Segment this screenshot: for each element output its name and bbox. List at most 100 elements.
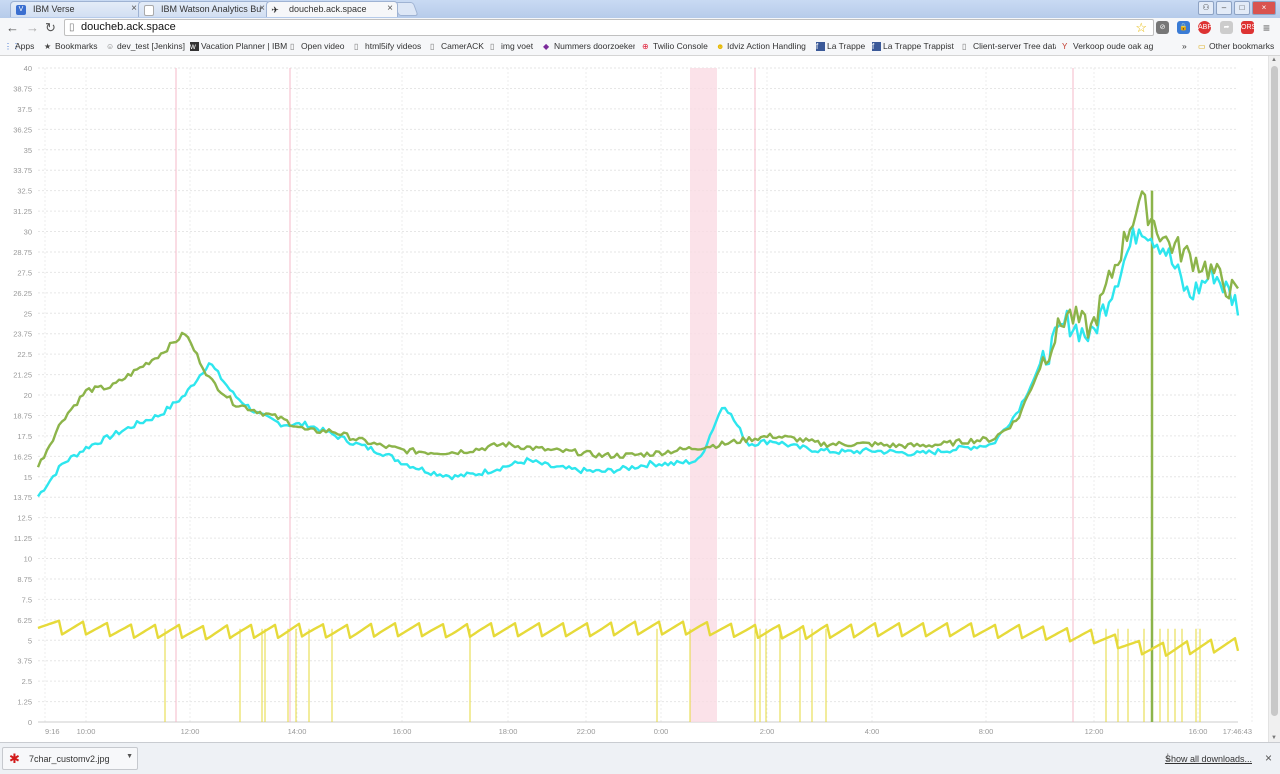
y-tick-label: 2.5: [22, 677, 32, 686]
series-lines: [36, 190, 1240, 657]
bookmark-bookmarks[interactable]: ★ Bookmarks: [44, 41, 98, 51]
y-tick-label: 31.25: [13, 207, 32, 216]
bookmark-label: Nummers doorzoeken: [554, 41, 635, 51]
x-tick-label: 9:16: [45, 727, 60, 736]
page-icon: ▯: [290, 42, 295, 51]
bookmark-label: img voet: [501, 41, 534, 51]
other-bookmarks[interactable]: ▭ Other bookmarks: [1198, 41, 1274, 51]
bookmark-label: html5ify videos: [365, 41, 422, 51]
page-icon: ▯: [354, 42, 359, 51]
smiley-icon: ☻: [716, 42, 725, 51]
url-text[interactable]: doucheb.ack.space: [81, 21, 176, 33]
tab-ibm-verse[interactable]: V IBM Verse ×: [10, 1, 142, 17]
y-tick-label: 36.25: [13, 125, 32, 134]
tab-title: doucheb.ack.space: [289, 4, 367, 14]
bookmark-verkoop[interactable]: Y Verkoop oude oak ag: [1062, 41, 1154, 51]
page-scrollbar[interactable]: ▲ ▼: [1268, 56, 1280, 742]
y-tick-label: 1.25: [17, 698, 32, 707]
bookmark-label: La Trappe Trappist: [883, 41, 954, 51]
address-bar[interactable]: ▯ doucheb.ack.space ☆: [64, 19, 1154, 36]
extension-lock-icon[interactable]: 🔒: [1177, 21, 1190, 34]
bookmark-label: dev_test [Jenkins]: [117, 41, 186, 51]
y-tick-label: 30: [24, 228, 32, 237]
page-icon: ▯: [490, 42, 495, 51]
download-item[interactable]: ✱ 7char_customv2.jpg ▼: [2, 747, 138, 770]
x-tick-label: 14:00: [288, 727, 307, 736]
back-icon[interactable]: ←: [6, 20, 19, 36]
bookmark-nummers[interactable]: ◆ Nummers doorzoeken: [543, 41, 635, 51]
extension-arrow-icon[interactable]: ➦: [1220, 21, 1233, 34]
bookmark-label: Apps: [15, 41, 35, 51]
y-tick-label: 17.5: [17, 432, 32, 441]
menu-icon[interactable]: ≡: [1263, 20, 1270, 36]
jenkins-icon: ☺: [106, 42, 115, 51]
bookmarks-bar: ⋮⋮Apps ★ Bookmarks ☺ dev_test [Jenkins] wV…: [0, 38, 1280, 56]
bookmark-html5ify[interactable]: ▯ html5ify videos: [354, 41, 421, 51]
y-tick-label: 20: [24, 391, 32, 400]
tab-doucheb[interactable]: ✈ doucheb.ack.space ×: [266, 1, 398, 17]
page-icon: ▯: [962, 42, 967, 51]
adblock-icon[interactable]: ABP: [1198, 21, 1212, 34]
bookmark-camerack[interactable]: ▯ CamerACK: [430, 41, 484, 51]
chart-grid: [38, 67, 1253, 723]
bookmarks-overflow-button[interactable]: »: [1182, 41, 1187, 51]
bookmark-open-video[interactable]: ▯ Open video: [290, 41, 344, 51]
x-axis-ticks: 9:16 10:00 12:00 14:00 16:00 18:00 22:00 0:00 2:…: [45, 727, 1252, 736]
series-line-2: [37, 619, 1240, 657]
tab-title: IBM Verse: [33, 4, 75, 14]
y-tick-label: 10: [24, 555, 32, 564]
x-tick-label: 4:00: [865, 727, 880, 736]
bookmark-label: Vacation Planner | IBM: [201, 41, 288, 51]
bookmark-label: Open video: [301, 41, 345, 51]
bookmark-label: Other bookmarks: [1209, 41, 1275, 51]
y-tick-label: 18.75: [13, 411, 32, 420]
close-icon[interactable]: ×: [259, 3, 265, 14]
browser-toolbar: ← → ↻ ▯ doucheb.ack.space ☆ ⊘ 🔒 ABP ➦ OR…: [0, 18, 1280, 38]
facebook-icon: f: [872, 42, 881, 51]
y-tick-label: 15: [24, 473, 32, 482]
maximize-icon[interactable]: □: [1234, 1, 1250, 15]
bookmark-img-voet[interactable]: ▯ img voet: [490, 41, 533, 51]
extension-block-icon[interactable]: ⊘: [1156, 21, 1169, 34]
bookmark-star-icon[interactable]: ☆: [1135, 20, 1147, 36]
sensor-chart[interactable]: 0 1.25 2.5 3.75 5 6.25 7.5 8.75 10 11.25 12.5 13.75…: [0, 56, 1280, 742]
bookmark-idviz[interactable]: ☻ Idviz Action Handling: [716, 41, 808, 51]
y-tick-label: 26.25: [13, 289, 32, 298]
reload-icon[interactable]: ↻: [45, 20, 56, 36]
bookmark-apps[interactable]: ⋮⋮Apps: [4, 41, 34, 51]
x-tick-label: 12:00: [1085, 727, 1104, 736]
y-tick-label: 12.5: [17, 514, 32, 523]
bookmark-la-trappe[interactable]: f La Trappe: [816, 41, 865, 51]
x-tick-label: 16:00: [1189, 727, 1208, 736]
window-controls: ⚇ – □ ×: [1196, 1, 1276, 15]
user-icon[interactable]: ⚇: [1198, 1, 1214, 15]
close-icon[interactable]: ×: [387, 3, 393, 14]
extension-ors-icon[interactable]: ORS: [1241, 21, 1256, 34]
y-tick-label: 7.5: [22, 595, 32, 604]
bookmark-la-trappe-trappist[interactable]: f La Trappe Trappist: [872, 41, 954, 51]
twilio-icon: ⊕: [642, 42, 649, 51]
chevron-down-icon[interactable]: ▼: [126, 753, 133, 760]
bookmark-dev-test[interactable]: ☺ dev_test [Jenkins]: [106, 41, 185, 51]
forward-icon[interactable]: →: [26, 20, 39, 36]
scroll-down-icon[interactable]: ▼: [1271, 735, 1277, 741]
tab-watson-analytics[interactable]: IBM Watson Analytics Bu ×: [138, 1, 270, 17]
bookmark-vacation-planner[interactable]: w Vacation Planner | IBM: [190, 41, 287, 51]
x-tick-label: 18:00: [499, 727, 518, 736]
line-chart[interactable]: 0 1.25 2.5 3.75 5 6.25 7.5 8.75 10 11.25 12.5 13.75…: [0, 56, 1268, 742]
apps-grid-icon: ⋮⋮: [4, 42, 20, 51]
scroll-up-icon[interactable]: ▲: [1271, 57, 1277, 63]
bookmark-label: Bookmarks: [55, 41, 98, 51]
scrollbar-thumb[interactable]: [1271, 66, 1278, 716]
minimize-icon[interactable]: –: [1216, 1, 1232, 15]
show-all-downloads-link[interactable]: Show all downloads...: [1165, 754, 1252, 764]
y-tick-label: 8.75: [17, 575, 32, 584]
bookmark-client-server[interactable]: ▯ Client-server Tree data: [962, 41, 1056, 51]
close-window-icon[interactable]: ×: [1252, 1, 1276, 15]
close-icon[interactable]: ×: [1265, 751, 1272, 765]
y-tick-label: 0: [28, 718, 32, 727]
y-tick-label: 27.5: [17, 268, 32, 277]
close-icon[interactable]: ×: [131, 3, 137, 14]
bookmark-twilio[interactable]: ⊕ Twilio Console: [642, 41, 708, 51]
download-shelf: ✱ 7char_customv2.jpg ▼ ⤓ Show all downlo…: [0, 742, 1280, 774]
